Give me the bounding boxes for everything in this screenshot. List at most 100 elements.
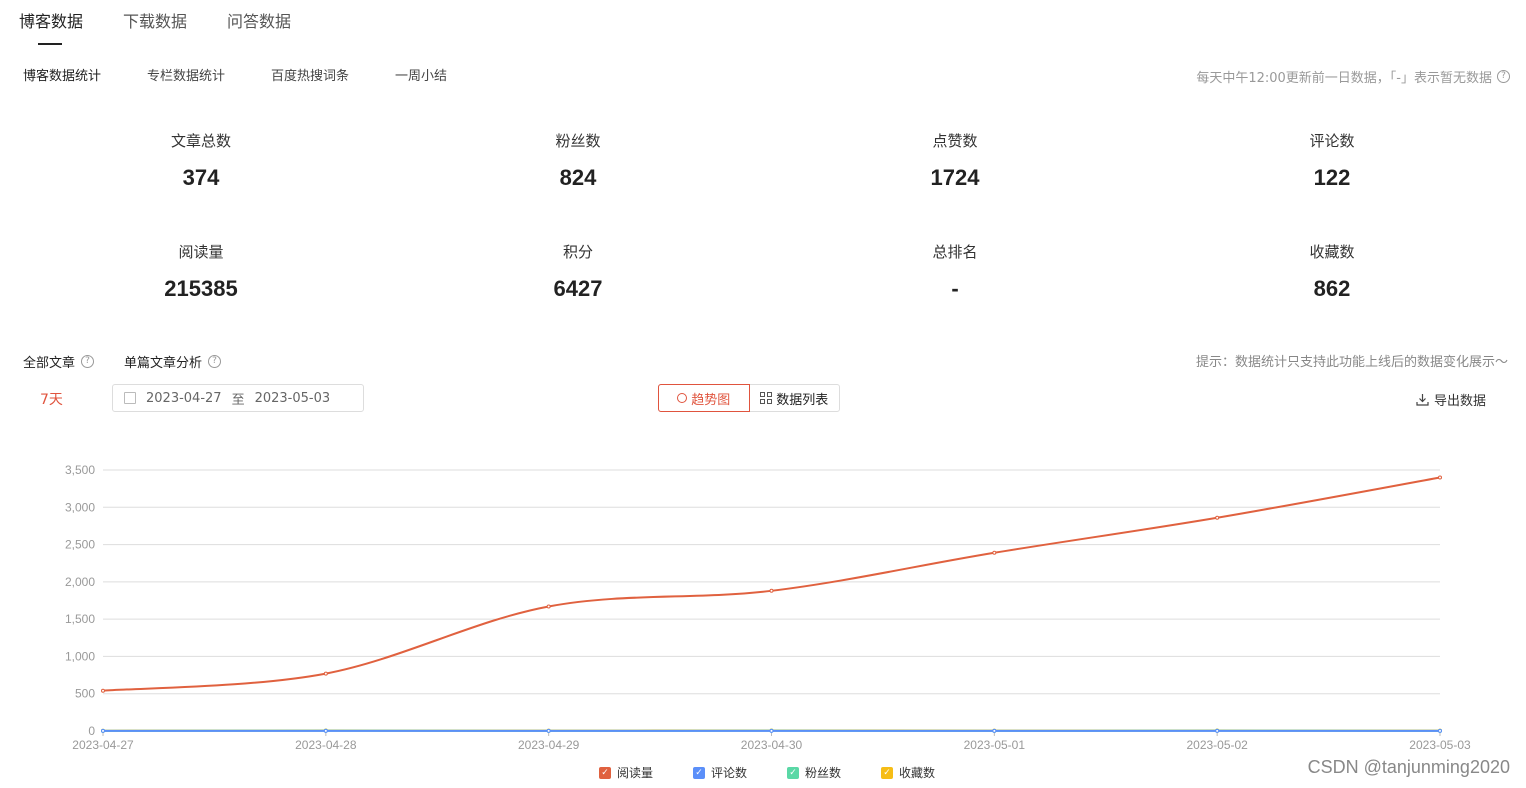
- all-articles-link[interactable]: 全部文章 ?: [23, 352, 95, 371]
- update-note-text: 每天中午12:00更新前一日数据，「-」表示暂无数据: [1196, 71, 1492, 86]
- trend-view-label: 趋势图: [691, 392, 731, 408]
- single-article-label: 单篇文章分析: [124, 356, 203, 371]
- tab-download-data[interactable]: 下载数据: [123, 8, 187, 32]
- active-tab-underline: [38, 43, 62, 45]
- data-point: [546, 728, 551, 733]
- data-point: [769, 588, 774, 593]
- stat-comments: 评论数 122: [1232, 130, 1432, 191]
- single-article-link[interactable]: 单篇文章分析 ?: [124, 352, 222, 371]
- trend-view-button[interactable]: 趋势图: [658, 384, 750, 412]
- stat-article-count: 文章总数 374: [101, 130, 301, 191]
- stat-value: 6427: [553, 276, 603, 301]
- help-icon[interactable]: ?: [1497, 70, 1510, 83]
- grid-icon: [760, 392, 773, 404]
- date-range-picker[interactable]: 2023-04-27 至 2023-05-03: [112, 384, 364, 412]
- help-icon[interactable]: ?: [81, 355, 95, 368]
- stat-value: 824: [559, 165, 597, 190]
- data-point: [101, 688, 105, 693]
- stat-label: 收藏数: [1309, 243, 1355, 261]
- update-note: 每天中午12:00更新前一日数据，「-」表示暂无数据 ?: [1196, 67, 1510, 86]
- y-tick-label: 1,500: [65, 612, 95, 626]
- data-point: [1438, 728, 1442, 733]
- help-icon[interactable]: ?: [208, 355, 222, 368]
- check-icon: ✓: [693, 766, 705, 779]
- y-tick-label: 2,000: [65, 575, 95, 589]
- x-tick-label: 2023-04-28: [295, 738, 357, 752]
- stats-hint: 提示：数据统计只支持此功能上线后的数据变化展示～: [1195, 355, 1508, 370]
- x-tick-label: 2023-05-01: [964, 738, 1026, 752]
- stat-value: -: [951, 276, 959, 301]
- legend-label: 收藏数: [899, 766, 936, 780]
- data-point: [101, 728, 105, 733]
- date-separator: 至: [231, 392, 245, 408]
- stat-value: 1724: [930, 165, 980, 190]
- y-tick-label: 3,000: [65, 500, 95, 514]
- stat-fans: 粉丝数 824: [478, 130, 678, 191]
- stat-label: 积分: [562, 243, 593, 261]
- range-7days[interactable]: 7天: [40, 389, 63, 409]
- data-point: [323, 728, 328, 733]
- x-tick-label: 2023-04-30: [741, 738, 803, 752]
- data-point: [323, 671, 328, 676]
- stat-points: 积分 6427: [478, 241, 678, 302]
- y-tick-label: 0: [88, 724, 95, 738]
- x-tick-label: 2023-05-02: [1186, 738, 1248, 752]
- stat-label: 点赞数: [932, 132, 978, 150]
- legend-item-fans[interactable]: ✓ 粉丝数: [787, 764, 841, 781]
- stat-label: 评论数: [1309, 132, 1355, 150]
- legend-label: 阅读量: [617, 766, 654, 780]
- download-icon: [1416, 394, 1429, 406]
- subtab-weekly-summary[interactable]: 一周小结: [395, 65, 447, 84]
- pie-chart-icon: [677, 393, 688, 403]
- check-icon: ✓: [787, 766, 799, 779]
- data-point: [1438, 475, 1442, 480]
- legend-item-reads[interactable]: ✓ 阅读量: [599, 764, 653, 781]
- end-date[interactable]: 2023-05-03: [255, 391, 331, 406]
- x-tick-label: 2023-04-27: [72, 738, 134, 752]
- subtab-column-stats[interactable]: 专栏数据统计: [147, 65, 225, 84]
- stat-value: 122: [1313, 165, 1351, 190]
- x-tick-label: 2023-05-03: [1409, 738, 1471, 752]
- legend-item-favorites[interactable]: ✓ 收藏数: [881, 764, 935, 781]
- stat-value: 374: [182, 165, 220, 190]
- stat-value: 862: [1313, 276, 1351, 301]
- legend-label: 评论数: [711, 766, 748, 780]
- export-button[interactable]: 导出数据: [1416, 390, 1486, 409]
- data-point: [1215, 515, 1220, 520]
- check-icon: ✓: [599, 766, 611, 779]
- subtab-blog-stats[interactable]: 博客数据统计: [23, 65, 101, 84]
- start-date[interactable]: 2023-04-27: [146, 391, 222, 406]
- subtab-baidu-hot[interactable]: 百度热搜词条: [271, 65, 349, 84]
- view-toggle: 趋势图 数据列表: [658, 384, 840, 412]
- stat-label: 文章总数: [170, 132, 231, 150]
- export-label: 导出数据: [1433, 394, 1486, 409]
- list-view-button[interactable]: 数据列表: [750, 385, 840, 411]
- data-point: [1215, 728, 1220, 733]
- stat-label: 阅读量: [178, 243, 224, 261]
- y-tick-label: 500: [75, 687, 95, 701]
- y-tick-label: 3,500: [65, 463, 95, 477]
- series-line-0: [102, 476, 1441, 692]
- legend-label: 粉丝数: [805, 766, 842, 780]
- x-tick-label: 2023-04-29: [518, 738, 580, 752]
- data-point: [769, 728, 774, 733]
- tab-blog-data[interactable]: 博客数据: [19, 8, 83, 32]
- stat-value: 215385: [164, 276, 238, 301]
- check-icon: ✓: [881, 766, 893, 779]
- data-point: [992, 728, 997, 733]
- stat-favorites: 收藏数 862: [1232, 241, 1432, 302]
- stat-rank: 总排名 -: [855, 241, 1055, 302]
- all-articles-label: 全部文章: [23, 356, 76, 371]
- stat-label: 总排名: [932, 243, 978, 261]
- stat-label: 粉丝数: [555, 132, 601, 150]
- list-view-label: 数据列表: [776, 392, 829, 408]
- stat-likes: 点赞数 1724: [855, 130, 1055, 191]
- calendar-icon: [124, 392, 136, 404]
- legend-item-comments[interactable]: ✓ 评论数: [693, 764, 747, 781]
- stat-reads: 阅读量 215385: [101, 241, 301, 302]
- data-point: [546, 604, 551, 609]
- y-tick-label: 1,000: [65, 649, 95, 663]
- y-tick-label: 2,500: [65, 538, 95, 552]
- data-point: [992, 550, 997, 555]
- tab-qa-data[interactable]: 问答数据: [227, 8, 291, 32]
